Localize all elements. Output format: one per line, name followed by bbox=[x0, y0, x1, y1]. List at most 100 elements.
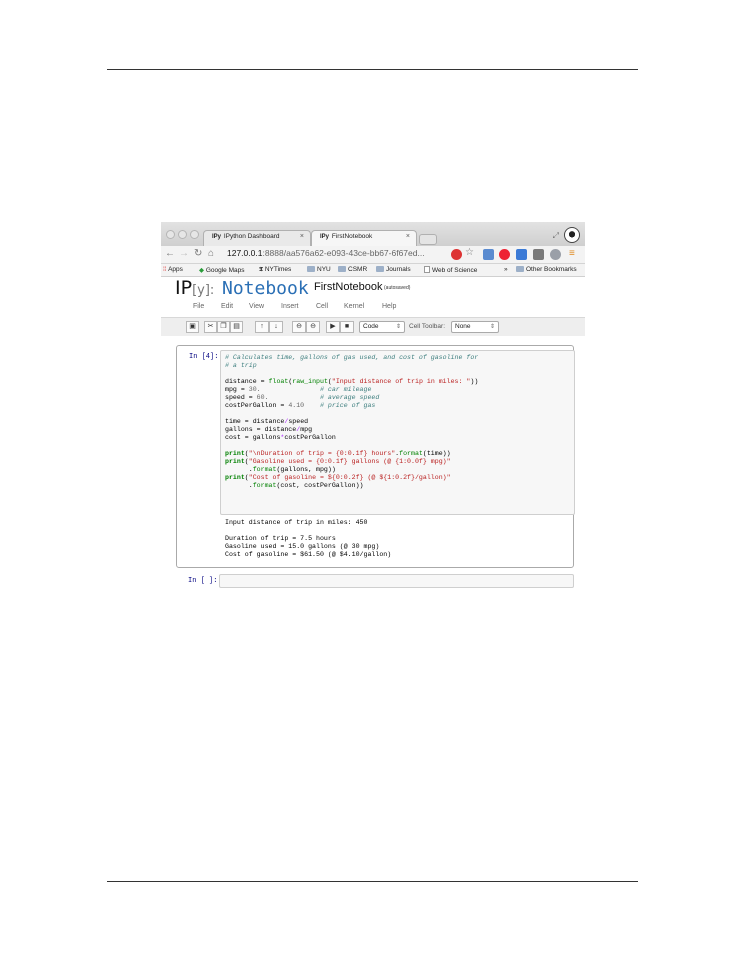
close-tab-icon[interactable]: × bbox=[300, 233, 304, 240]
cell-type-select[interactable]: Code ⇕ bbox=[359, 321, 405, 333]
code-line: .format(cost, costPerGallon)) bbox=[225, 482, 364, 489]
forward-arrow-icon[interactable]: → bbox=[179, 248, 189, 259]
code-input-area[interactable] bbox=[219, 574, 574, 588]
notebook-header: IP[y]: Notebook FirstNotebook (autosaved… bbox=[161, 277, 585, 299]
menu-help[interactable]: Help bbox=[382, 303, 396, 310]
notebook-name[interactable]: FirstNotebook bbox=[314, 281, 382, 293]
menu-file[interactable]: File bbox=[193, 303, 204, 310]
maps-pin-icon: ◆ bbox=[199, 267, 204, 274]
run-cell-icon[interactable]: ▶ bbox=[326, 321, 340, 333]
select-arrows-icon: ⇕ bbox=[395, 324, 401, 330]
bookmark-journals[interactable]: Journals bbox=[376, 266, 411, 273]
code-line: print("Gasoline used = {0:0.1f} gallons … bbox=[225, 458, 451, 465]
empty-code-cell[interactable]: In [ ]: bbox=[176, 572, 574, 590]
folder-icon bbox=[307, 266, 315, 272]
code-line: cost = gallons*costPerGallon bbox=[225, 434, 336, 441]
save-icon[interactable]: ▣ bbox=[186, 321, 199, 333]
zoom-window-button[interactable] bbox=[190, 230, 199, 239]
apps-grid-icon: ⁞⁞ bbox=[163, 266, 167, 273]
close-tab-icon[interactable]: × bbox=[406, 233, 410, 240]
bookmark-csmr[interactable]: CSMR bbox=[338, 266, 367, 273]
code-line: # a trip bbox=[225, 362, 257, 369]
notebook-menubar: File Edit View Insert Cell Kernel Help bbox=[161, 300, 585, 314]
other-bookmarks[interactable]: Other Bookmarks bbox=[516, 266, 577, 273]
bookmark-nytimes[interactable]: 𝕿 NYTimes bbox=[259, 266, 291, 274]
ipy-favicon-icon: IPy bbox=[212, 234, 222, 240]
close-window-button[interactable] bbox=[166, 230, 175, 239]
tab-first-notebook[interactable]: IPy FirstNotebook × bbox=[311, 230, 417, 246]
output-line: Cost of gasoline = $61.50 (@ $4.10/gallo… bbox=[225, 551, 392, 558]
new-tab-button[interactable] bbox=[419, 234, 437, 245]
address-bar[interactable]: 127.0.0.1:8888/aa576a62-e093-43ce-bb67-6… bbox=[227, 248, 425, 258]
code-line: print("\nDuration of trip = {0:0.1f} hou… bbox=[225, 450, 451, 457]
cut-icon[interactable]: ✂ bbox=[204, 321, 217, 333]
move-up-icon[interactable]: ↑ bbox=[255, 321, 269, 333]
code-line: costPerGallon = 4.10 # price of gas bbox=[225, 402, 376, 409]
tab-label: FirstNotebook bbox=[331, 233, 373, 240]
soccer-ball-profile-icon[interactable] bbox=[564, 227, 580, 243]
ipy-favicon-icon: IPy bbox=[320, 234, 330, 240]
browser-tab-bar: IPy IPython Dashboard × IPy FirstNoteboo… bbox=[161, 222, 585, 246]
autosave-status: (autosaved) bbox=[384, 285, 411, 291]
ipython-logo[interactable]: IP[y]: bbox=[175, 277, 214, 299]
extension-icon[interactable] bbox=[550, 249, 561, 260]
logo-y: [y]: bbox=[192, 283, 215, 298]
folder-icon bbox=[338, 266, 346, 272]
home-icon[interactable]: ⌂ bbox=[208, 248, 214, 259]
cell-type-value: Code bbox=[363, 323, 379, 330]
url-path: :8888/aa576a62-e093-43ce-bb67-6f67ed... bbox=[262, 248, 425, 258]
output-line: Input distance of trip in miles: 450 bbox=[225, 519, 368, 526]
opera-icon[interactable] bbox=[499, 249, 510, 260]
code-line: speed = 60. # average speed bbox=[225, 394, 380, 401]
bookmarks-bar: ⁞⁞ Apps ◆ Google Maps 𝕿 NYTimes NYU CSMR… bbox=[161, 264, 585, 277]
cell-toolbar-select[interactable]: None ⇕ bbox=[451, 321, 499, 333]
bookmark-web-of-science[interactable]: Web of Science bbox=[424, 266, 477, 274]
tab-ipython-dashboard[interactable]: IPy IPython Dashboard × bbox=[203, 230, 311, 246]
url-host: 127.0.0.1 bbox=[227, 248, 263, 258]
paste-icon[interactable]: ▤ bbox=[230, 321, 243, 333]
reload-icon[interactable]: ↻ bbox=[194, 248, 202, 259]
code-line: mpg = 30. # car mileage bbox=[225, 386, 372, 393]
code-line: # Calculates time, gallons of gas used, … bbox=[225, 354, 479, 361]
page-icon bbox=[424, 266, 430, 273]
cell-toolbar-value: None bbox=[455, 323, 471, 330]
output-line: Gasoline used = 15.0 gallons (@ 30 mpg) bbox=[225, 543, 380, 550]
menu-insert[interactable]: Insert bbox=[281, 303, 299, 310]
select-arrows-icon: ⇕ bbox=[489, 324, 495, 330]
bookmark-google-maps[interactable]: ◆ Google Maps bbox=[199, 266, 244, 274]
insert-below-icon[interactable]: ⊖ bbox=[306, 321, 320, 333]
notebook-toolbar: ▣ ✂ ❐ ▤ ↑ ↓ ⊖ ⊖ ▶ ■ Code ⇕ Cell Toolbar:… bbox=[161, 317, 585, 337]
bookmarks-overflow-button[interactable]: » bbox=[504, 266, 508, 273]
menu-kernel[interactable]: Kernel bbox=[344, 303, 364, 310]
code-line: distance = float(raw_input("Input distan… bbox=[225, 378, 479, 385]
menu-edit[interactable]: Edit bbox=[221, 303, 233, 310]
extension-icon[interactable] bbox=[483, 249, 494, 260]
bookmark-nyu[interactable]: NYU bbox=[307, 266, 331, 273]
output-line: Duration of trip = 7.5 hours bbox=[225, 535, 336, 542]
code-input-area[interactable]: # Calculates time, gallons of gas used, … bbox=[220, 350, 575, 515]
minimize-window-button[interactable] bbox=[178, 230, 187, 239]
tab-label: IPython Dashboard bbox=[223, 233, 280, 240]
fullscreen-icon[interactable]: ⤢ bbox=[553, 231, 559, 241]
bookmark-star-icon[interactable]: ☆ bbox=[465, 247, 474, 258]
nytimes-logo-icon: 𝕿 bbox=[259, 266, 263, 273]
folder-icon bbox=[376, 266, 384, 272]
back-arrow-icon[interactable]: ← bbox=[165, 248, 175, 259]
logo-ip: IP bbox=[175, 277, 193, 299]
interrupt-kernel-icon[interactable]: ■ bbox=[340, 321, 354, 333]
extension-icon[interactable] bbox=[516, 249, 527, 260]
code-text[interactable]: # Calculates time, gallons of gas used, … bbox=[225, 354, 570, 490]
menu-cell[interactable]: Cell bbox=[316, 303, 328, 310]
browser-toolbar: ← → ↻ ⌂ 127.0.0.1:8888/aa576a62-e093-43c… bbox=[161, 246, 585, 264]
pocket-icon[interactable] bbox=[533, 249, 544, 260]
bookmark-apps[interactable]: ⁞⁞ Apps bbox=[163, 266, 183, 273]
code-line: print("Cost of gasoline = ${0:0.2f} (@ $… bbox=[225, 474, 451, 481]
move-down-icon[interactable]: ↓ bbox=[269, 321, 283, 333]
copy-icon[interactable]: ❐ bbox=[217, 321, 230, 333]
chrome-menu-icon[interactable]: ≡ bbox=[569, 248, 575, 259]
adblock-icon[interactable] bbox=[451, 249, 462, 260]
menu-view[interactable]: View bbox=[249, 303, 264, 310]
code-cell-selected[interactable]: In [4]: # Calculates time, gallons of ga… bbox=[176, 345, 575, 568]
insert-above-icon[interactable]: ⊖ bbox=[292, 321, 306, 333]
page-bottom-rule bbox=[107, 881, 638, 882]
